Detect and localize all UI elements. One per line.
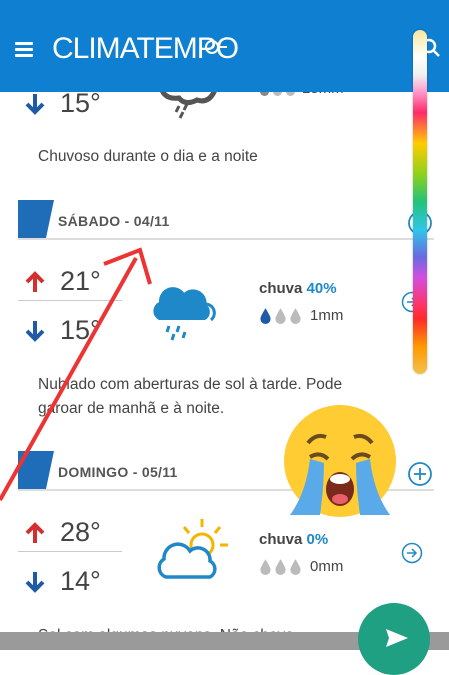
arrow-up-icon — [25, 521, 45, 543]
send-icon — [386, 629, 408, 647]
sunday-rain-mm-row: 0mm — [259, 558, 343, 575]
sunday-rain-mm: 0mm — [310, 558, 344, 575]
day-title-sunday: DOMINGO - 05/11 — [58, 464, 178, 480]
day-flag-icon — [18, 200, 54, 238]
cloud-rain-icon — [153, 287, 216, 341]
saturday-min-temp: 15° — [60, 315, 101, 345]
saturday-max-temp: 21° — [60, 266, 101, 296]
raindrop-icon — [260, 308, 271, 324]
arrow-down-icon — [25, 320, 45, 342]
sunday-max-temp: 28° — [60, 517, 101, 547]
raindrop-icon — [275, 559, 286, 575]
day-title-saturday: SÁBADO - 04/11 — [58, 213, 170, 229]
partly-sunny-icon — [157, 519, 228, 579]
raindrop-icon — [260, 559, 271, 575]
send-button[interactable] — [358, 603, 430, 675]
plus-circle-icon[interactable] — [407, 461, 433, 487]
day-divider — [18, 238, 434, 240]
prev-day-description: Chuvoso durante o dia e a noite — [38, 148, 258, 165]
color-picker-slider[interactable] — [413, 30, 427, 374]
raindrop-icon — [290, 559, 301, 575]
logo-tail-icon — [205, 40, 227, 54]
saturday-rain-pct: 40% — [306, 280, 337, 297]
sunday-rain-pct: 0% — [306, 531, 329, 548]
arrow-down-icon — [25, 93, 45, 115]
rain-label-text: chuva — [259, 280, 303, 297]
saturday-description-line1: Nublado com aberturas de sol à tarde. Po… — [38, 376, 343, 393]
app-header: CLIMATEMPO — [0, 0, 449, 92]
saturday-rain-mm: 1mm — [310, 307, 344, 324]
temp-divider — [18, 551, 122, 552]
crying-emoji-icon — [284, 405, 396, 517]
sunday-max-temp-row: 28° — [24, 517, 101, 548]
raindrop-icon — [290, 308, 301, 324]
day-flag-icon — [18, 451, 54, 489]
sunday-rain-label: chuva 0% — [259, 531, 328, 548]
hamburger-icon[interactable] — [15, 42, 33, 57]
sunday-min-temp: 14° — [60, 566, 101, 596]
arrow-down-icon — [25, 571, 45, 593]
saturday-rain-label: chuva 40% — [259, 280, 337, 297]
saturday-max-temp-row: 21° — [24, 266, 101, 297]
chevron-circle-icon[interactable] — [401, 542, 423, 564]
prev-min-temp-row: 15° — [24, 88, 101, 119]
temp-divider — [18, 300, 122, 301]
rain-label-text: chuva — [259, 531, 303, 548]
saturday-min-temp-row: 15° — [24, 315, 101, 346]
sunday-min-temp-row: 14° — [24, 566, 101, 597]
saturday-rain-mm-row: 1mm — [259, 307, 343, 324]
arrow-up-icon — [25, 270, 45, 292]
raindrop-icon — [275, 308, 286, 324]
prev-min-temp: 15° — [60, 88, 101, 118]
